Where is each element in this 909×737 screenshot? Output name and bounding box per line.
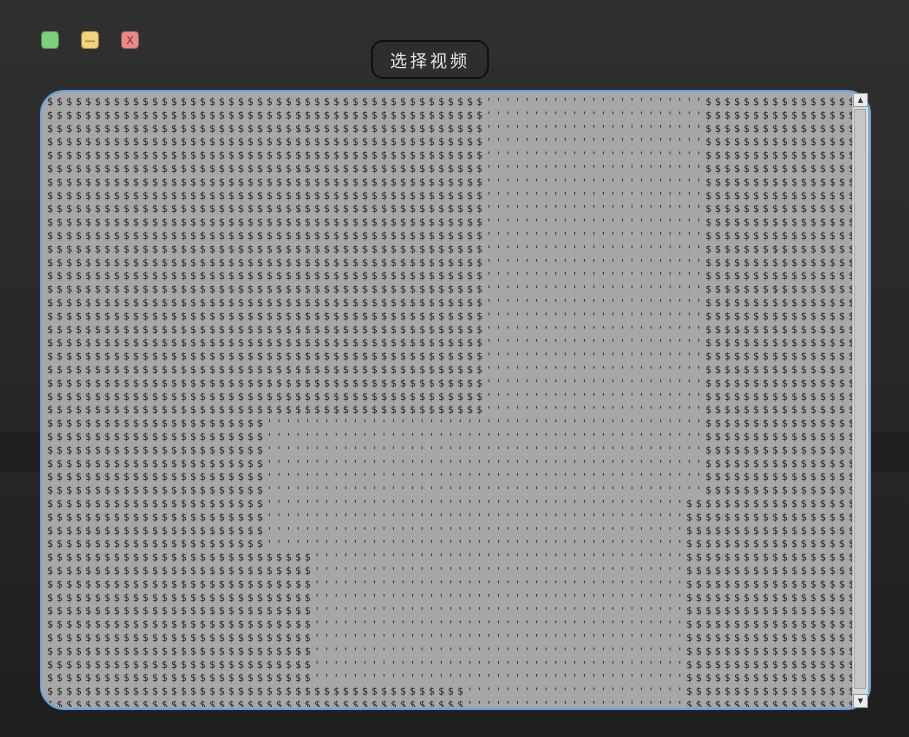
ascii-row: $$$$$$$$$$$$$$$$$$$$$$$'''''''''''''''''… bbox=[47, 486, 853, 497]
close-button[interactable]: X bbox=[121, 31, 139, 49]
ascii-row: $$$$$$$$$$$$$$$$$$$$$$$$$$$$$$$$$$$$$$$$… bbox=[47, 298, 853, 309]
ascii-row: $$$$$$$$$$$$$$$$$$$$$$$$$$$$$$$$$$$$$$$$… bbox=[47, 244, 853, 255]
vertical-scrollbar[interactable]: ▲ ▼ bbox=[852, 93, 868, 708]
ascii-art-canvas: $$$$$$$$$$$$$$$$$$$$$$$$$$$$$$$$$$$$$$$$… bbox=[47, 97, 853, 707]
ascii-row: $$$$$$$$$$$$$$$$$$$$$$$$$$$$$$$$$$$$$$$$… bbox=[47, 204, 853, 215]
ascii-row: $$$$$$$$$$$$$$$$$$$$$$$'''''''''''''''''… bbox=[47, 526, 853, 537]
ascii-row: $$$$$$$$$$$$$$$$$$$$$$$'''''''''''''''''… bbox=[47, 445, 853, 456]
ascii-row: $$$$$$$$$$$$$$$$$$$$$$$$$$$$$$$$$$$$$$$$… bbox=[47, 325, 853, 336]
ascii-row: $$$$$$$$$$$$$$$$$$$$$$$$$$$$$$$$$$$$$$$$… bbox=[47, 124, 853, 135]
ascii-row: $$$$$$$$$$$$$$$$$$$$$$$$$$$$''''''''''''… bbox=[47, 660, 853, 671]
scroll-down-button[interactable]: ▼ bbox=[853, 694, 868, 708]
ascii-row: $$$$$$$$$$$$$$$$$$$$$$$$$$$$$$$$$$$$$$$$… bbox=[47, 285, 853, 296]
ascii-row: $$$$$$$$$$$$$$$$$$$$$$$$$$$$''''''''''''… bbox=[47, 620, 853, 631]
ascii-row: $$$$$$$$$$$$$$$$$$$$$$$$$$$$$$$$$$$$$$$$… bbox=[47, 338, 853, 349]
ascii-row: $$$$$$$$$$$$$$$$$$$$$$$$$$$$$$$$$$$$$$$$… bbox=[47, 687, 853, 698]
ascii-row: $$$$$$$$$$$$$$$$$$$$$$$$$$$$''''''''''''… bbox=[47, 566, 853, 577]
ascii-row: $$$$$$$$$$$$$$$$$$$$$$$$$$$$$$$$$$$$$$$$… bbox=[47, 218, 853, 229]
ascii-row: $$$$$$$$$$$$$$$$$$$$$$$$$$$$$$$$$$$$$$$$… bbox=[47, 700, 853, 707]
ascii-row: $$$$$$$$$$$$$$$$$$$$$$$'''''''''''''''''… bbox=[47, 539, 853, 550]
ascii-row: $$$$$$$$$$$$$$$$$$$$$$$$$$$$''''''''''''… bbox=[47, 646, 853, 657]
ascii-row: $$$$$$$$$$$$$$$$$$$$$$$$$$$$$$$$$$$$$$$$… bbox=[47, 258, 853, 269]
ascii-row: $$$$$$$$$$$$$$$$$$$$$$$$$$$$$$$$$$$$$$$$… bbox=[47, 97, 853, 108]
ascii-row: $$$$$$$$$$$$$$$$$$$$$$$'''''''''''''''''… bbox=[47, 459, 853, 470]
ascii-row: $$$$$$$$$$$$$$$$$$$$$$$$$$$$$$$$$$$$$$$$… bbox=[47, 164, 853, 175]
scroll-up-button[interactable]: ▲ bbox=[853, 93, 868, 107]
ascii-video-panel: $$$$$$$$$$$$$$$$$$$$$$$$$$$$$$$$$$$$$$$$… bbox=[40, 90, 871, 710]
ascii-row: $$$$$$$$$$$$$$$$$$$$$$$$$$$$''''''''''''… bbox=[47, 606, 853, 617]
scrollbar-thumb[interactable] bbox=[854, 109, 866, 689]
ascii-row: $$$$$$$$$$$$$$$$$$$$$$$$$$$$''''''''''''… bbox=[47, 633, 853, 644]
ascii-row: $$$$$$$$$$$$$$$$$$$$$$$'''''''''''''''''… bbox=[47, 499, 853, 510]
ascii-row: $$$$$$$$$$$$$$$$$$$$$$$'''''''''''''''''… bbox=[47, 512, 853, 523]
ascii-row: $$$$$$$$$$$$$$$$$$$$$$$$$$$$$$$$$$$$$$$$… bbox=[47, 191, 853, 202]
ascii-row: $$$$$$$$$$$$$$$$$$$$$$$$$$$$$$$$$$$$$$$$… bbox=[47, 365, 853, 376]
ascii-row: $$$$$$$$$$$$$$$$$$$$$$$$$$$$$$$$$$$$$$$$… bbox=[47, 352, 853, 363]
ascii-row: $$$$$$$$$$$$$$$$$$$$$$$'''''''''''''''''… bbox=[47, 432, 853, 443]
ascii-row: $$$$$$$$$$$$$$$$$$$$$$$$$$$$$$$$$$$$$$$$… bbox=[47, 392, 853, 403]
ascii-row: $$$$$$$$$$$$$$$$$$$$$$$$$$$$''''''''''''… bbox=[47, 553, 853, 564]
ascii-row: $$$$$$$$$$$$$$$$$$$$$$$$$$$$''''''''''''… bbox=[47, 593, 853, 604]
ascii-row: $$$$$$$$$$$$$$$$$$$$$$$$$$$$$$$$$$$$$$$$… bbox=[47, 177, 853, 188]
ascii-row: $$$$$$$$$$$$$$$$$$$$$$$$$$$$$$$$$$$$$$$$… bbox=[47, 110, 853, 121]
ascii-row: $$$$$$$$$$$$$$$$$$$$$$$$$$$$''''''''''''… bbox=[47, 579, 853, 590]
select-video-title[interactable]: 选择视频 bbox=[371, 40, 489, 79]
ascii-row: $$$$$$$$$$$$$$$$$$$$$$$$$$$$''''''''''''… bbox=[47, 673, 853, 684]
ascii-row: $$$$$$$$$$$$$$$$$$$$$$$'''''''''''''''''… bbox=[47, 419, 853, 430]
ascii-row: $$$$$$$$$$$$$$$$$$$$$$$$$$$$$$$$$$$$$$$$… bbox=[47, 231, 853, 242]
minimize-icon: — bbox=[84, 33, 96, 47]
close-icon: X bbox=[126, 33, 134, 47]
ascii-row: $$$$$$$$$$$$$$$$$$$$$$$$$$$$$$$$$$$$$$$$… bbox=[47, 137, 853, 148]
ascii-row: $$$$$$$$$$$$$$$$$$$$$$$$$$$$$$$$$$$$$$$$… bbox=[47, 271, 853, 282]
ascii-row: $$$$$$$$$$$$$$$$$$$$$$$$$$$$$$$$$$$$$$$$… bbox=[47, 405, 853, 416]
ascii-art-view: $$$$$$$$$$$$$$$$$$$$$$$$$$$$$$$$$$$$$$$$… bbox=[45, 95, 853, 707]
scroll-up-icon: ▲ bbox=[857, 96, 864, 104]
scroll-down-icon: ▼ bbox=[857, 697, 864, 705]
maximize-button[interactable] bbox=[41, 31, 59, 49]
ascii-row: $$$$$$$$$$$$$$$$$$$$$$$$$$$$$$$$$$$$$$$$… bbox=[47, 378, 853, 389]
minimize-button[interactable]: — bbox=[81, 31, 99, 49]
ascii-row: $$$$$$$$$$$$$$$$$$$$$$$'''''''''''''''''… bbox=[47, 472, 853, 483]
ascii-row: $$$$$$$$$$$$$$$$$$$$$$$$$$$$$$$$$$$$$$$$… bbox=[47, 151, 853, 162]
ascii-row: $$$$$$$$$$$$$$$$$$$$$$$$$$$$$$$$$$$$$$$$… bbox=[47, 311, 853, 322]
